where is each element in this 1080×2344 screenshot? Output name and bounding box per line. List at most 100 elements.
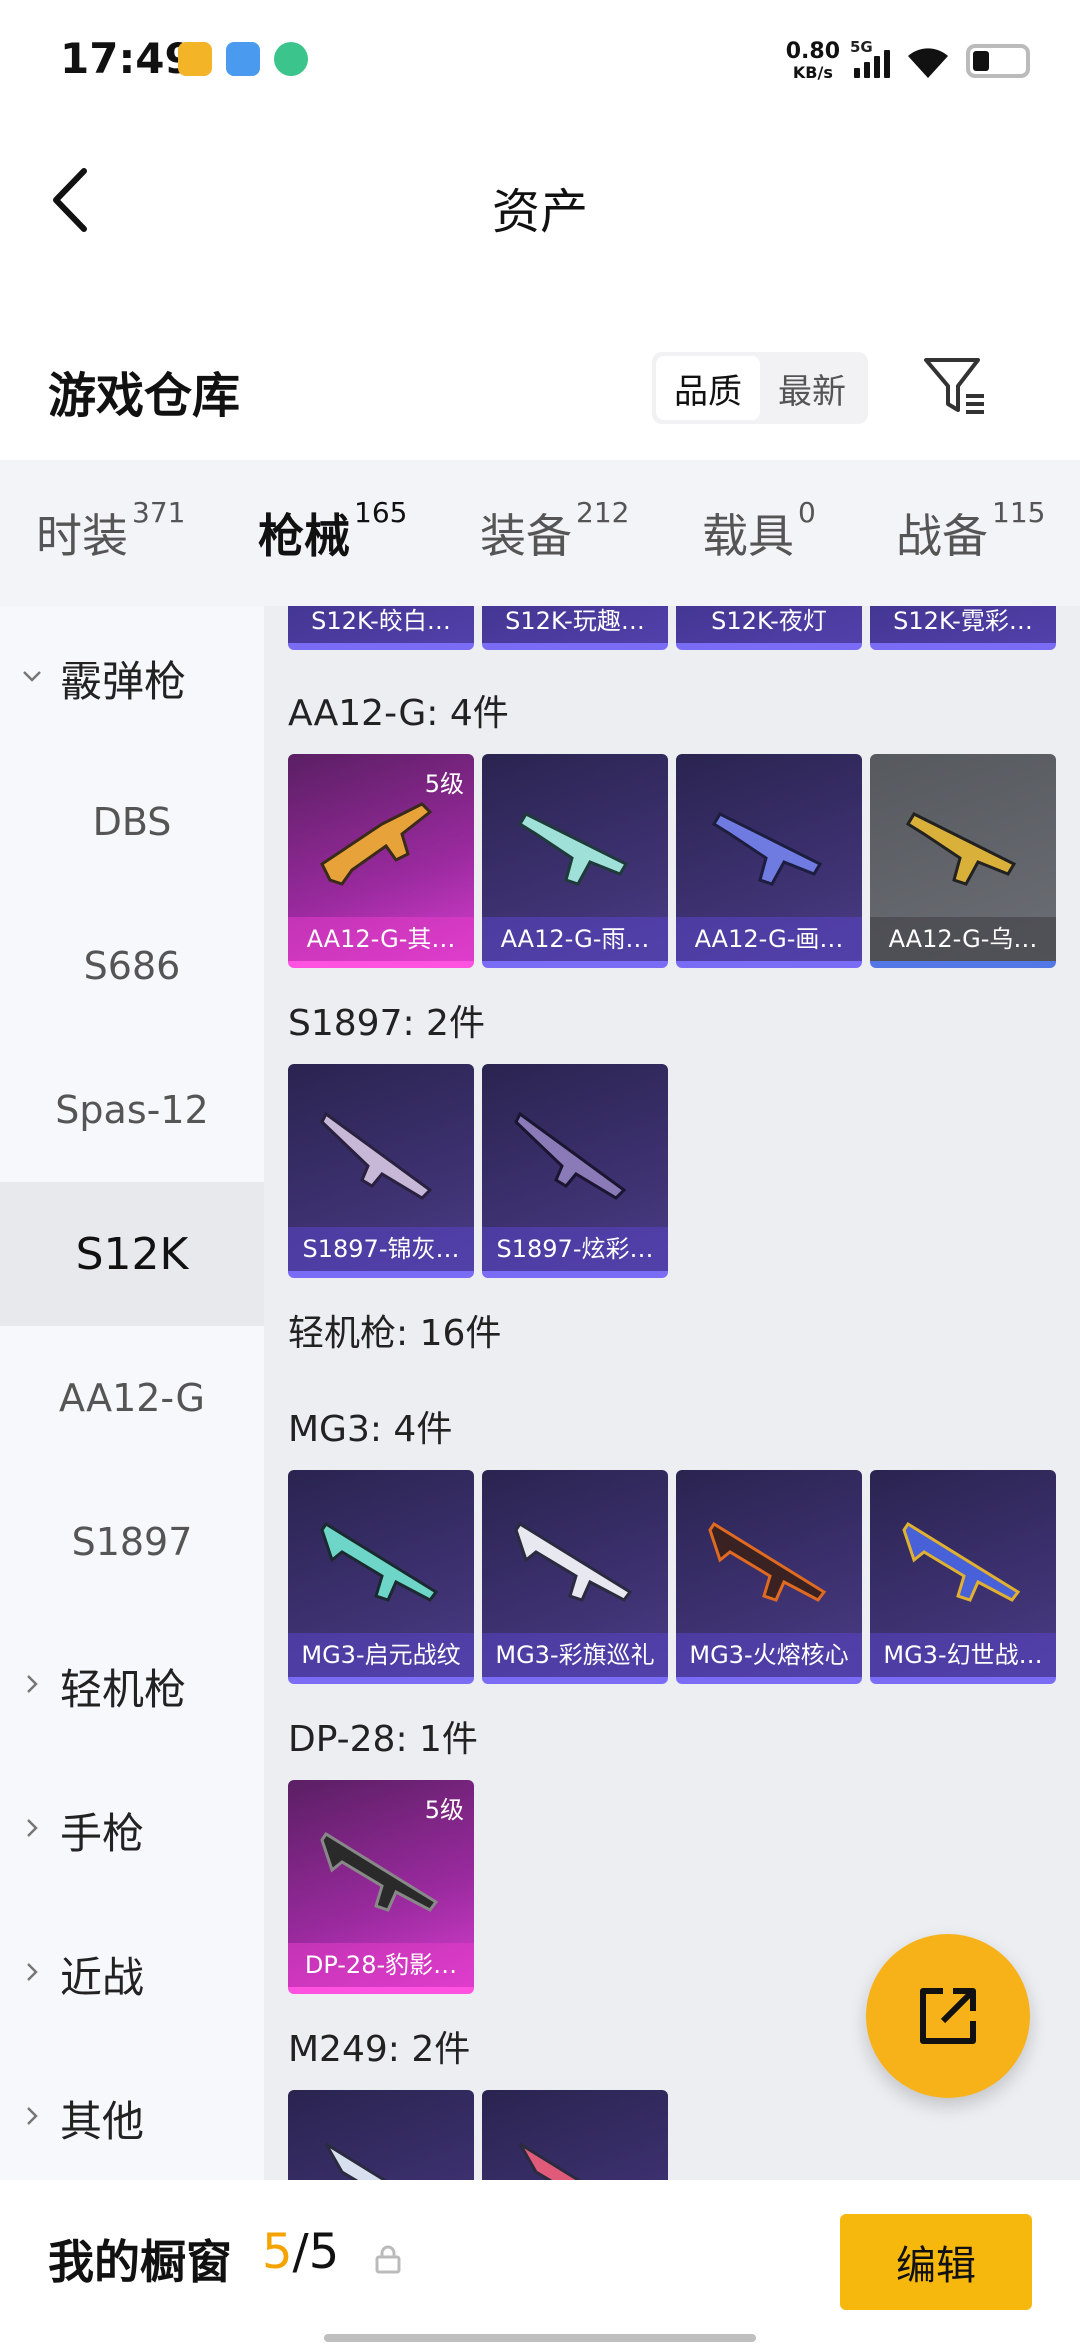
status-bar: 17:49 0.80 KB/s 5G bbox=[0, 0, 1080, 120]
status-icons: 0.80 KB/s 5G bbox=[786, 36, 1030, 86]
weapon-name: S1897-炫彩… bbox=[482, 1227, 668, 1271]
weapon-name: AA12-G-雨… bbox=[482, 917, 668, 961]
cell-signal-icon: 5G bbox=[850, 38, 890, 78]
shotgun-icon bbox=[320, 1111, 433, 1200]
weapon-card[interactable]: S12K-夜灯 bbox=[676, 606, 862, 650]
tab-count: 0 bbox=[798, 496, 816, 529]
tab-fashion[interactable]: 时装 371 bbox=[36, 496, 185, 566]
rifle-icon bbox=[905, 812, 1017, 886]
tab-count: 212 bbox=[576, 496, 630, 529]
tab-equipment[interactable]: 装备 212 bbox=[480, 496, 629, 566]
weapon-card[interactable]: S12K-皎白… bbox=[288, 606, 474, 650]
weapon-card[interactable]: AA12-G-乌… bbox=[870, 754, 1056, 968]
machine-gun-icon bbox=[320, 1831, 439, 1912]
weapon-card[interactable]: S12K-霓彩… bbox=[870, 606, 1056, 650]
sort-quality-button[interactable]: 品质 bbox=[656, 356, 760, 420]
category-title: 轻机枪: 16件 bbox=[288, 1313, 502, 1354]
filter-button[interactable] bbox=[920, 350, 990, 420]
net-speed: 0.80 KB/s bbox=[786, 41, 840, 81]
page-title: 资产 bbox=[491, 184, 588, 240]
weapon-card[interactable]: S1897-锦灰… bbox=[288, 1064, 474, 1278]
weapon-card[interactable]: AA12-G-画… bbox=[676, 754, 862, 968]
tab-tactical-gear[interactable]: 战备 115 bbox=[896, 496, 1045, 566]
sidebar-item-lmg[interactable]: 轻机枪 bbox=[0, 1614, 264, 1758]
weapon-card[interactable] bbox=[482, 2090, 668, 2180]
status-time: 17:49 bbox=[60, 34, 194, 83]
chevron-right-icon bbox=[27, 1819, 38, 1837]
machine-gun-icon bbox=[514, 1521, 633, 1602]
weapon-name: DP-28-豹影… bbox=[288, 1943, 474, 1987]
sort-toggle: 品质 最新 bbox=[652, 352, 868, 424]
sidebar-item-other[interactable]: 其他 bbox=[0, 2046, 264, 2190]
sidebar-item-label: 近战 bbox=[60, 1952, 145, 2002]
share-fab-button[interactable] bbox=[866, 1934, 1030, 2098]
group-title: DP-28: 1件 bbox=[288, 1719, 478, 1760]
weapon-name: MG3-彩旗巡礼 bbox=[482, 1633, 668, 1677]
sidebar-item-label: 霰弹枪 bbox=[60, 656, 187, 706]
rifle-icon bbox=[320, 802, 433, 886]
machine-gun-icon bbox=[902, 1521, 1021, 1602]
weapon-card[interactable]: MG3-幻世战… bbox=[870, 1470, 1056, 1684]
tab-firearms[interactable]: 枪械 165 bbox=[258, 496, 407, 619]
tab-label: 载具 bbox=[702, 509, 794, 563]
sidebar-item-aa12g[interactable]: AA12-G bbox=[0, 1326, 264, 1470]
weapon-card[interactable]: S12K-玩趣… bbox=[482, 606, 668, 650]
weapon-card[interactable] bbox=[288, 2090, 474, 2180]
weapon-card[interactable]: MG3-启元战纹 bbox=[288, 1470, 474, 1684]
network-type: 5G bbox=[850, 38, 873, 56]
battery-icon bbox=[966, 44, 1030, 78]
tab-count: 115 bbox=[992, 496, 1046, 529]
rifle-icon bbox=[711, 812, 823, 886]
sidebar-item-melee[interactable]: 近战 bbox=[0, 1902, 264, 2046]
edit-button[interactable]: 编辑 bbox=[840, 2214, 1032, 2310]
group-title: S1897: 2件 bbox=[288, 1003, 485, 1044]
weapon-card[interactable]: S1897-炫彩… bbox=[482, 1064, 668, 1278]
notification-app-icon-2 bbox=[226, 42, 260, 76]
machine-gun-icon bbox=[324, 2142, 388, 2180]
rifle-icon bbox=[517, 812, 629, 886]
sidebar-item-pistol[interactable]: 手枪 bbox=[0, 1758, 264, 1902]
share-external-icon bbox=[920, 1988, 976, 2044]
shotgun-icon bbox=[514, 1111, 627, 1200]
sidebar-item-dbs[interactable]: DBS bbox=[0, 750, 264, 894]
weapon-name: S12K-夜灯 bbox=[676, 606, 862, 643]
sidebar-item-s686[interactable]: S686 bbox=[0, 894, 264, 1038]
weapon-card[interactable]: AA12-G-雨… bbox=[482, 754, 668, 968]
weapon-card[interactable]: MG3-火熔核心 bbox=[676, 1470, 862, 1684]
tab-label: 枪械 bbox=[258, 509, 350, 563]
weapon-card[interactable]: 5级 AA12-G-其… bbox=[288, 754, 474, 968]
sidebar-item-spas12[interactable]: Spas-12 bbox=[0, 1038, 264, 1182]
sort-newest-button[interactable]: 最新 bbox=[760, 356, 864, 420]
tab-label: 装备 bbox=[480, 509, 572, 563]
machine-gun-icon bbox=[708, 1521, 827, 1602]
tab-count: 165 bbox=[354, 496, 408, 529]
sidebar-item-s12k[interactable]: S12K bbox=[0, 1182, 264, 1326]
section-title: 游戏仓库 bbox=[48, 368, 241, 424]
warehouse-header: 游戏仓库 品质 最新 bbox=[0, 320, 1080, 460]
home-indicator[interactable] bbox=[324, 2334, 756, 2342]
weapon-card[interactable]: MG3-彩旗巡礼 bbox=[482, 1470, 668, 1684]
machine-gun-icon bbox=[320, 1521, 439, 1602]
chevron-down-icon bbox=[23, 671, 41, 682]
app-header: 资产 bbox=[0, 120, 1080, 280]
sidebar-item-s1897[interactable]: S1897 bbox=[0, 1470, 264, 1614]
showcase-label: 我的橱窗 bbox=[48, 2235, 232, 2289]
showcase-total: 5 bbox=[308, 2224, 340, 2280]
category-tabs: 时装 371 枪械 165 装备 212 载具 0 战备 115 bbox=[0, 460, 1080, 619]
sidebar-item-shotgun[interactable]: 霰弹枪 bbox=[0, 606, 264, 750]
tab-vehicles[interactable]: 载具 0 bbox=[702, 496, 816, 566]
filter-icon bbox=[924, 358, 984, 414]
weapon-name: MG3-火熔核心 bbox=[676, 1633, 862, 1677]
weapon-name: S12K-皎白… bbox=[288, 606, 474, 643]
machine-gun-icon bbox=[518, 2142, 582, 2180]
tab-count: 371 bbox=[132, 496, 186, 529]
sidebar-item-label: 其他 bbox=[60, 2096, 145, 2146]
notification-app-icon-3 bbox=[274, 42, 308, 76]
weapon-name: S12K-玩趣… bbox=[482, 606, 668, 643]
group-title: M249: 2件 bbox=[288, 2029, 471, 2070]
showcase-current: 5 bbox=[262, 2224, 293, 2280]
weapon-card[interactable]: 5级 DP-28-豹影… bbox=[288, 1780, 474, 1994]
tab-label: 战备 bbox=[896, 509, 988, 563]
chevron-right-icon bbox=[27, 1963, 38, 1981]
net-speed-value: 0.80 bbox=[785, 39, 840, 64]
